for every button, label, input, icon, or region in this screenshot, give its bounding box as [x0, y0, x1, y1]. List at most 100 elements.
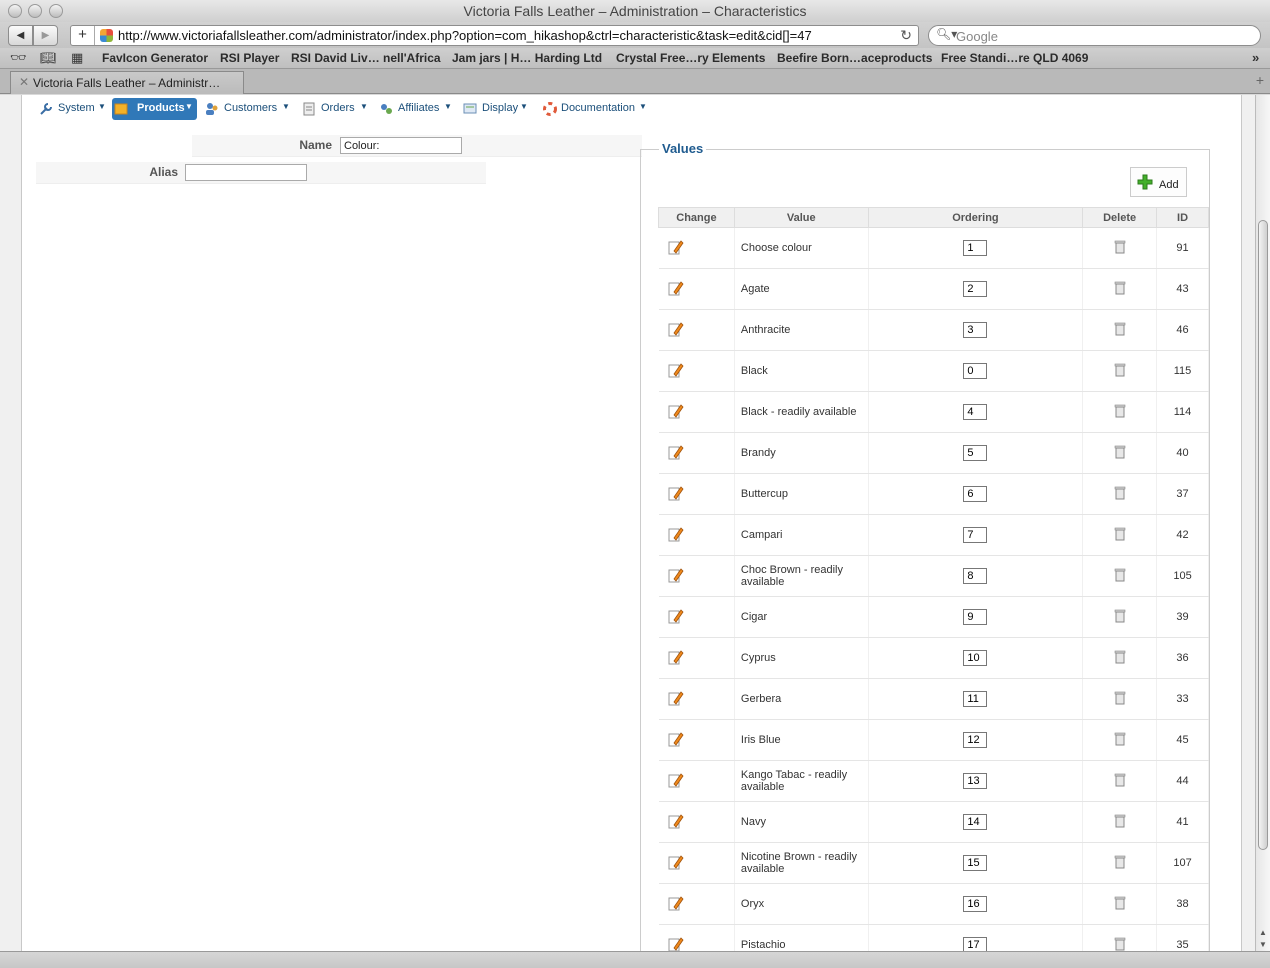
delete-trash-icon[interactable] — [1114, 240, 1126, 254]
edit-pencil-icon[interactable] — [668, 239, 684, 255]
delete-trash-icon[interactable] — [1114, 814, 1126, 828]
menu-products[interactable]: Products ▼ — [112, 98, 197, 120]
edit-pencil-icon[interactable] — [668, 444, 684, 460]
url-text[interactable]: http://www.victoriafallsleather.com/admi… — [118, 28, 812, 43]
edit-pencil-icon[interactable] — [668, 485, 684, 501]
delete-trash-icon[interactable] — [1114, 404, 1126, 418]
ordering-input[interactable] — [963, 240, 988, 256]
delete-trash-icon[interactable] — [1114, 486, 1126, 500]
new-tab-button[interactable]: + — [1256, 72, 1264, 88]
ordering-input[interactable] — [963, 527, 988, 543]
add-value-button[interactable]: Add — [1130, 167, 1187, 197]
menu-display[interactable]: Display ▼ — [461, 98, 533, 120]
delete-trash-icon[interactable] — [1114, 281, 1126, 295]
delete-trash-icon[interactable] — [1114, 650, 1126, 664]
delete-trash-icon[interactable] — [1114, 855, 1126, 869]
bookmarks-book-icon[interactable]: 📖︎ — [40, 50, 57, 66]
close-tab-icon[interactable]: ✕ — [19, 75, 29, 89]
ordering-input[interactable] — [963, 896, 988, 912]
back-button[interactable]: ◀ — [8, 25, 33, 46]
header-id[interactable]: ID — [1156, 207, 1209, 228]
edit-pencil-icon[interactable] — [668, 813, 684, 829]
menu-system[interactable]: System ▼ — [37, 98, 109, 120]
edit-pencil-icon[interactable] — [668, 567, 684, 583]
header-value[interactable]: Value — [733, 207, 869, 228]
ordering-input[interactable] — [963, 445, 988, 461]
menu-orders[interactable]: Orders ▼ — [300, 98, 370, 120]
close-window-button[interactable] — [8, 4, 22, 18]
scrollbar-thumb[interactable] — [1258, 220, 1268, 850]
delete-trash-icon[interactable] — [1114, 691, 1126, 705]
ordering-input[interactable] — [963, 937, 988, 951]
edit-pencil-icon[interactable] — [668, 731, 684, 747]
delete-trash-icon[interactable] — [1114, 445, 1126, 459]
bookmark-item[interactable]: RSI Player — [220, 51, 279, 65]
ordering-input[interactable] — [963, 855, 988, 871]
header-delete[interactable]: Delete — [1082, 207, 1158, 228]
ordering-input[interactable] — [963, 650, 988, 666]
bookmark-item[interactable]: Beefire Born…aceproducts — [777, 51, 932, 65]
delete-trash-icon[interactable] — [1114, 568, 1126, 582]
reading-list-icon[interactable]: 👓︎ — [10, 50, 27, 66]
alias-field[interactable] — [185, 164, 307, 181]
id-cell: 41 — [1156, 801, 1209, 843]
edit-pencil-icon[interactable] — [668, 772, 684, 788]
bookmark-item[interactable]: Free Standi…re QLD 4069 — [941, 51, 1088, 65]
change-cell — [658, 309, 735, 351]
ordering-input[interactable] — [963, 691, 988, 707]
edit-pencil-icon[interactable] — [668, 895, 684, 911]
vertical-scrollbar[interactable]: ▲ ▼ — [1255, 95, 1270, 951]
name-field[interactable] — [340, 137, 462, 154]
ordering-input[interactable] — [963, 773, 988, 789]
bookmark-item[interactable]: FavIcon Generator — [102, 51, 208, 65]
add-button-label: Add — [1159, 179, 1179, 191]
edit-pencil-icon[interactable] — [668, 403, 684, 419]
delete-trash-icon[interactable] — [1114, 527, 1126, 541]
edit-pencil-icon[interactable] — [668, 362, 684, 378]
ordering-input[interactable] — [963, 732, 988, 748]
edit-pencil-icon[interactable] — [668, 854, 684, 870]
scroll-up-arrow-icon[interactable]: ▲ — [1259, 928, 1267, 937]
address-bar[interactable]: + http://www.victoriafallsleather.com/ad… — [70, 25, 919, 46]
edit-pencil-icon[interactable] — [668, 936, 684, 952]
header-change[interactable]: Change — [658, 207, 735, 228]
edit-pencil-icon[interactable] — [668, 690, 684, 706]
menu-customers[interactable]: Customers ▼ — [203, 98, 295, 120]
bookmark-item[interactable]: RSI David Liv… nell'Africa — [291, 51, 441, 65]
more-bookmarks-chevron-icon[interactable]: » — [1252, 50, 1259, 65]
menu-documentation[interactable]: Documentation ▼ — [541, 98, 651, 120]
ordering-input[interactable] — [963, 404, 988, 420]
ordering-input[interactable] — [963, 281, 988, 297]
bookmark-item[interactable]: Jam jars | H… Harding Ltd — [452, 51, 602, 65]
ordering-input[interactable] — [963, 568, 988, 584]
ordering-input[interactable] — [963, 322, 988, 338]
ordering-input[interactable] — [963, 486, 988, 502]
menu-affiliates[interactable]: Affiliates ▼ — [377, 98, 457, 120]
delete-trash-icon[interactable] — [1114, 732, 1126, 746]
delete-trash-icon[interactable] — [1114, 322, 1126, 336]
bookmark-item[interactable]: Crystal Free…ry Elements — [616, 51, 765, 65]
edit-pencil-icon[interactable] — [668, 321, 684, 337]
edit-pencil-icon[interactable] — [668, 649, 684, 665]
delete-trash-icon[interactable] — [1114, 937, 1126, 951]
reload-button[interactable]: ↻ — [900, 27, 912, 44]
delete-trash-icon[interactable] — [1114, 363, 1126, 377]
edit-pencil-icon[interactable] — [668, 280, 684, 296]
search-field[interactable]: 🔍︎▾ Google — [928, 25, 1261, 46]
forward-button[interactable]: ▶ — [33, 25, 58, 46]
delete-trash-icon[interactable] — [1114, 773, 1126, 787]
scroll-down-arrow-icon[interactable]: ▼ — [1259, 940, 1267, 949]
edit-pencil-icon[interactable] — [668, 526, 684, 542]
ordering-input[interactable] — [963, 609, 988, 625]
top-sites-grid-icon[interactable]: ▦ — [71, 50, 83, 66]
zoom-window-button[interactable] — [49, 4, 63, 18]
delete-trash-icon[interactable] — [1114, 896, 1126, 910]
header-ordering[interactable]: Ordering — [867, 207, 1084, 228]
delete-trash-icon[interactable] — [1114, 609, 1126, 623]
add-bookmark-button[interactable]: + — [71, 26, 95, 45]
browser-tab[interactable]: ✕ Victoria Falls Leather – Administr… — [10, 71, 244, 94]
minimize-window-button[interactable] — [28, 4, 42, 18]
ordering-input[interactable] — [963, 814, 988, 830]
ordering-input[interactable] — [963, 363, 988, 379]
edit-pencil-icon[interactable] — [668, 608, 684, 624]
